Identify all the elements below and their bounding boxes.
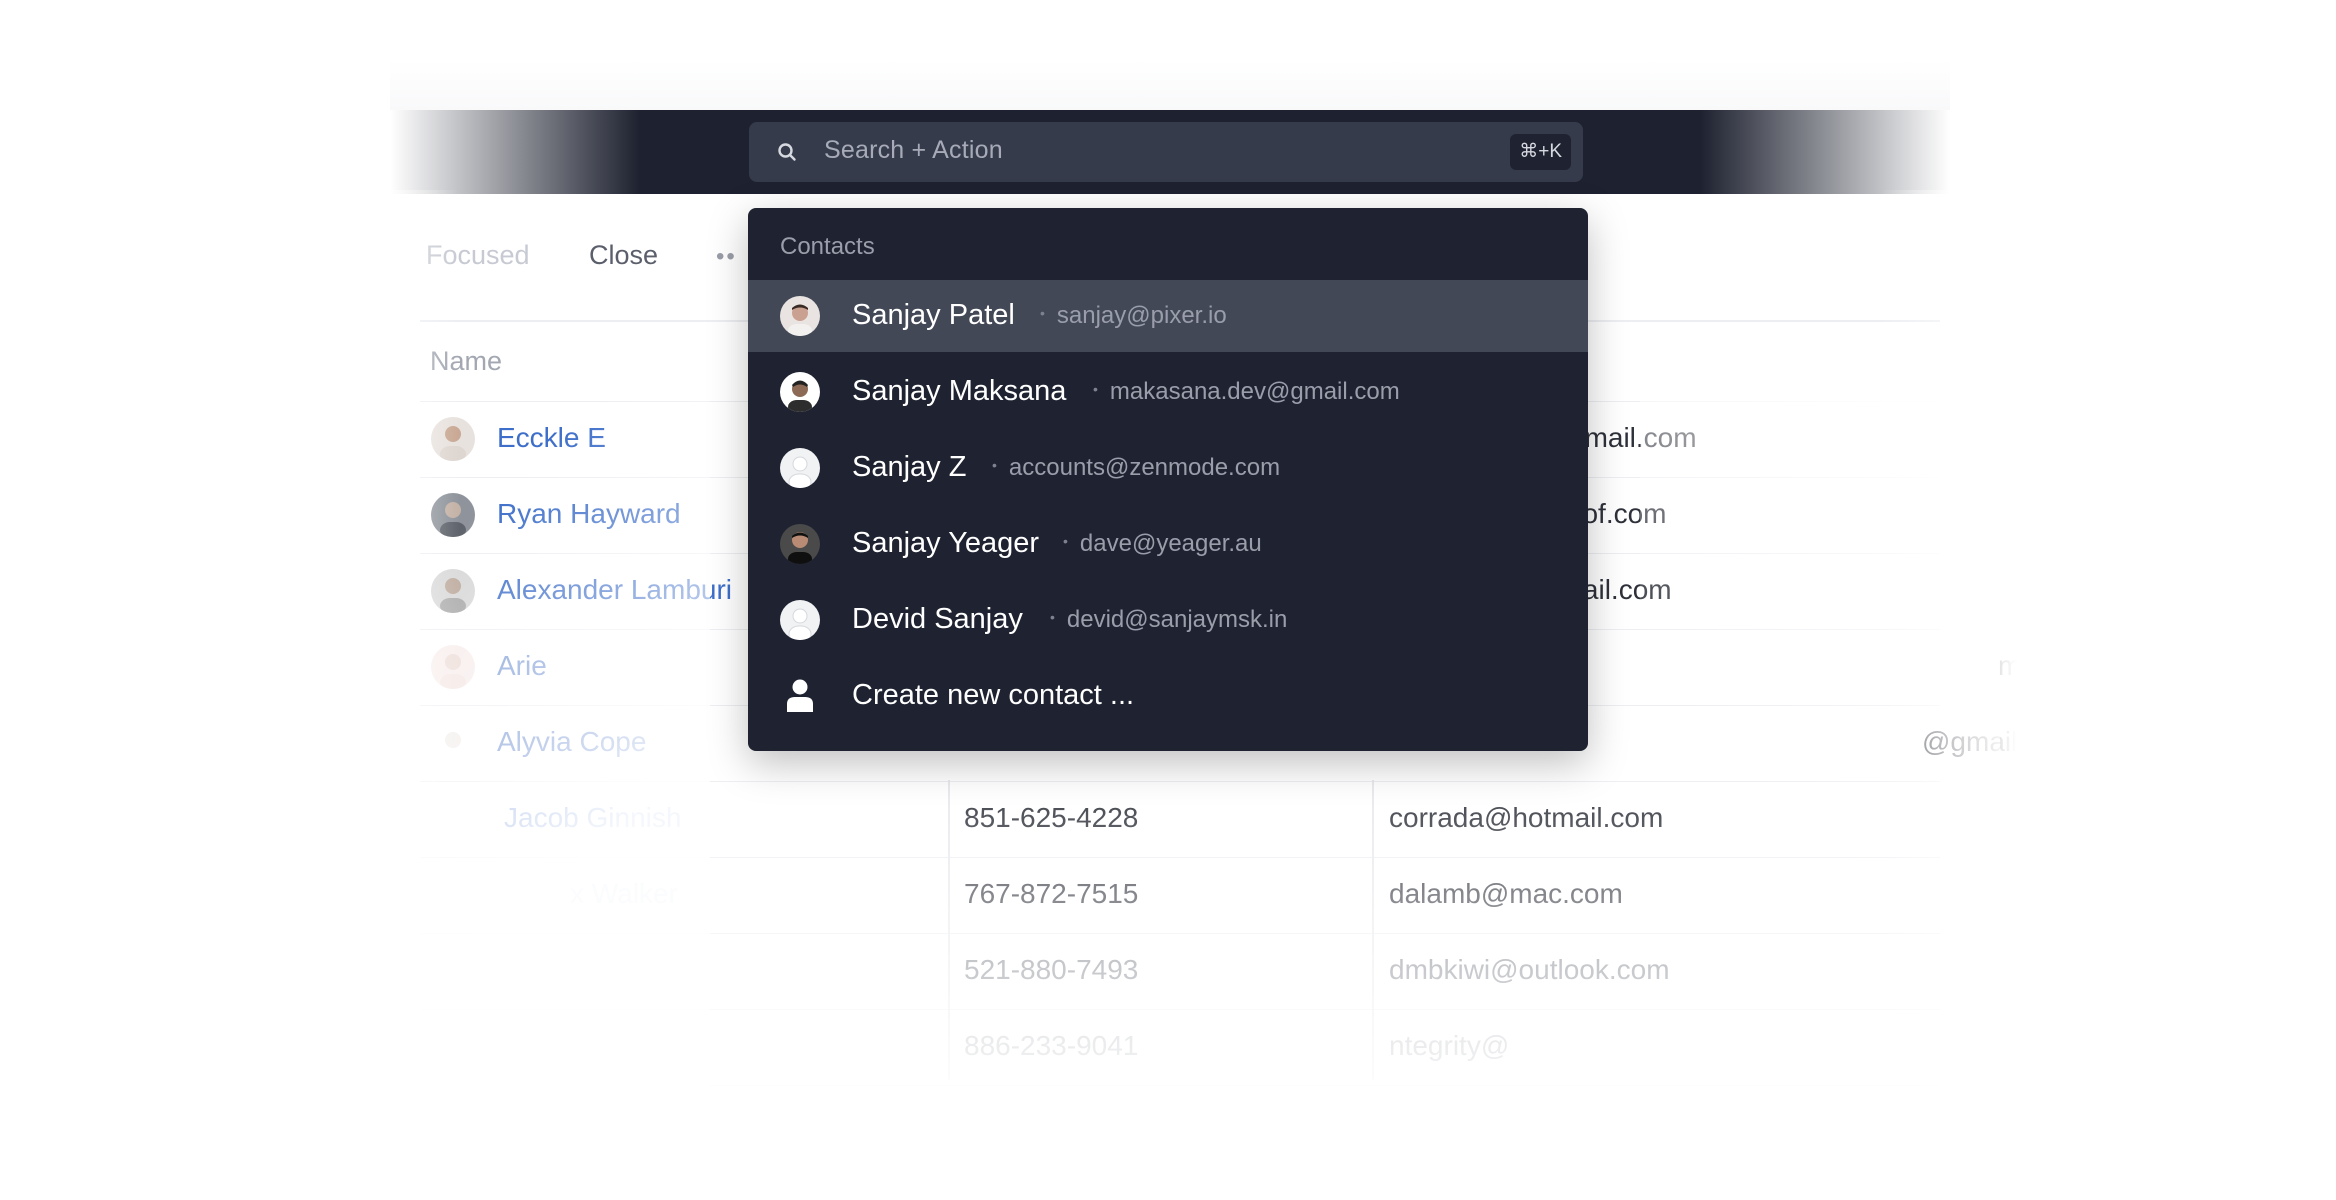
avatar: [780, 448, 820, 488]
contact-name-link[interactable]: Alyvia Cope: [497, 726, 646, 758]
avatar: [431, 721, 475, 765]
contact-option-name: Sanjay Z: [852, 451, 967, 483]
table-row[interactable]: 521-880-7493 dmbkiwi@outlook.com: [420, 934, 1940, 1010]
search-bar[interactable]: Search + Action ⌘+K: [749, 122, 1583, 182]
contact-email: m: [1998, 650, 2022, 681]
contact-email: dalamb@mac.com: [1389, 878, 1623, 909]
contact-option[interactable]: Sanjay Z • accounts@zenmode.com: [748, 432, 1588, 504]
contact-option-email: sanjay@pixer.io: [1056, 302, 1227, 329]
dropdown-section-title: Contacts: [780, 233, 875, 260]
fade-overlay: [1880, 190, 2336, 1200]
tab-close[interactable]: Close: [589, 240, 658, 271]
table-row[interactable]: x Walker 767-872-7515 dalamb@mac.com: [420, 858, 1940, 934]
avatar: [780, 600, 820, 640]
separator-dot: •: [1050, 609, 1055, 625]
contact-phone: 886-233-9041: [964, 1030, 1139, 1061]
contact-option[interactable]: Sanjay Maksana • makasana.dev@gmail.com: [748, 356, 1588, 428]
contact-option-meta: • devid@sanjaymsk.in: [1038, 606, 1287, 634]
avatar: [431, 569, 475, 613]
contact-option-meta: • sanjay@pixer.io: [1028, 302, 1227, 330]
contact-phone: 767-872-7515: [964, 878, 1139, 909]
contact-name-link[interactable]: Arie: [497, 650, 547, 682]
contact-option-email: dave@yeager.au: [1079, 530, 1262, 557]
column-divider: [1372, 780, 1374, 1080]
contact-email: @gmail.com: [1922, 726, 2079, 757]
contact-option-email: makasana.dev@gmail.com: [1109, 378, 1400, 405]
shortcut-badge: ⌘+K: [1510, 134, 1571, 170]
fade-overlay: [0, 190, 460, 1200]
search-input[interactable]: Search + Action: [824, 136, 1003, 165]
separator-dot: •: [1063, 533, 1068, 549]
avatar: [780, 372, 820, 412]
avatar: [780, 524, 820, 564]
avatar: [431, 493, 475, 537]
contact-option-meta: • accounts@zenmode.com: [980, 454, 1280, 482]
contact-phone: 521-880-7493: [964, 954, 1139, 985]
contact-option-email: accounts@zenmode.com: [1008, 454, 1281, 481]
person-icon: [787, 679, 813, 712]
contact-option-email: devid@sanjaymsk.in: [1066, 606, 1288, 633]
contact-name-link[interactable]: x Walker: [570, 878, 678, 910]
column-divider: [948, 780, 950, 1080]
contact-email: corrada@hotmail.com: [1389, 802, 1664, 833]
contact-option-name: Sanjay Patel: [852, 299, 1015, 331]
topbar-shadow: [390, 60, 1950, 110]
more-tabs-button[interactable]: ••: [716, 243, 737, 271]
avatar: [780, 296, 820, 336]
contact-phone: 851-625-4228: [964, 802, 1139, 833]
contact-option[interactable]: Devid Sanjay • devid@sanjaymsk.in: [748, 584, 1588, 656]
create-contact-label: Create new contact ...: [852, 679, 1135, 711]
divider: [420, 1084, 1940, 1086]
contact-option-meta: • dave@yeager.au: [1051, 530, 1262, 558]
contact-email: dmbkiwi@outlook.com: [1389, 954, 1670, 985]
avatar: [431, 417, 475, 461]
contact-name-link[interactable]: Alexander Lamburi: [497, 574, 732, 606]
contact-option[interactable]: Sanjay Patel • sanjay@pixer.io: [748, 280, 1588, 352]
contact-email: ntegrity@: [1389, 1030, 1510, 1061]
separator-dot: •: [1040, 305, 1045, 321]
table-row[interactable]: Jacob Ginnish 851-625-4228 corrada@hotma…: [420, 782, 1940, 858]
contact-name-link[interactable]: Ecckle E: [497, 422, 606, 454]
tab-focused[interactable]: Focused: [426, 240, 530, 271]
avatar: [431, 645, 475, 689]
contact-name-link[interactable]: Jacob Ginnish: [504, 802, 681, 834]
contact-option[interactable]: Sanjay Yeager • dave@yeager.au: [748, 508, 1588, 580]
separator-dot: •: [1093, 381, 1098, 397]
contact-option-meta: • makasana.dev@gmail.com: [1081, 378, 1400, 406]
contacts-dropdown: Contacts Sanjay Patel • sanjay@pixer.io …: [748, 208, 1588, 751]
table-row[interactable]: 886-233-9041 ntegrity@: [420, 1010, 1940, 1086]
contact-name-link[interactable]: Ryan Hayward: [497, 498, 681, 530]
contact-option-name: Sanjay Yeager: [852, 527, 1040, 559]
contact-option-name: Devid Sanjay: [852, 603, 1023, 635]
separator-dot: •: [992, 457, 997, 473]
search-icon: [778, 143, 796, 161]
contact-option-name: Sanjay Maksana: [852, 375, 1067, 407]
create-contact-option[interactable]: Create new contact ...: [748, 660, 1588, 732]
